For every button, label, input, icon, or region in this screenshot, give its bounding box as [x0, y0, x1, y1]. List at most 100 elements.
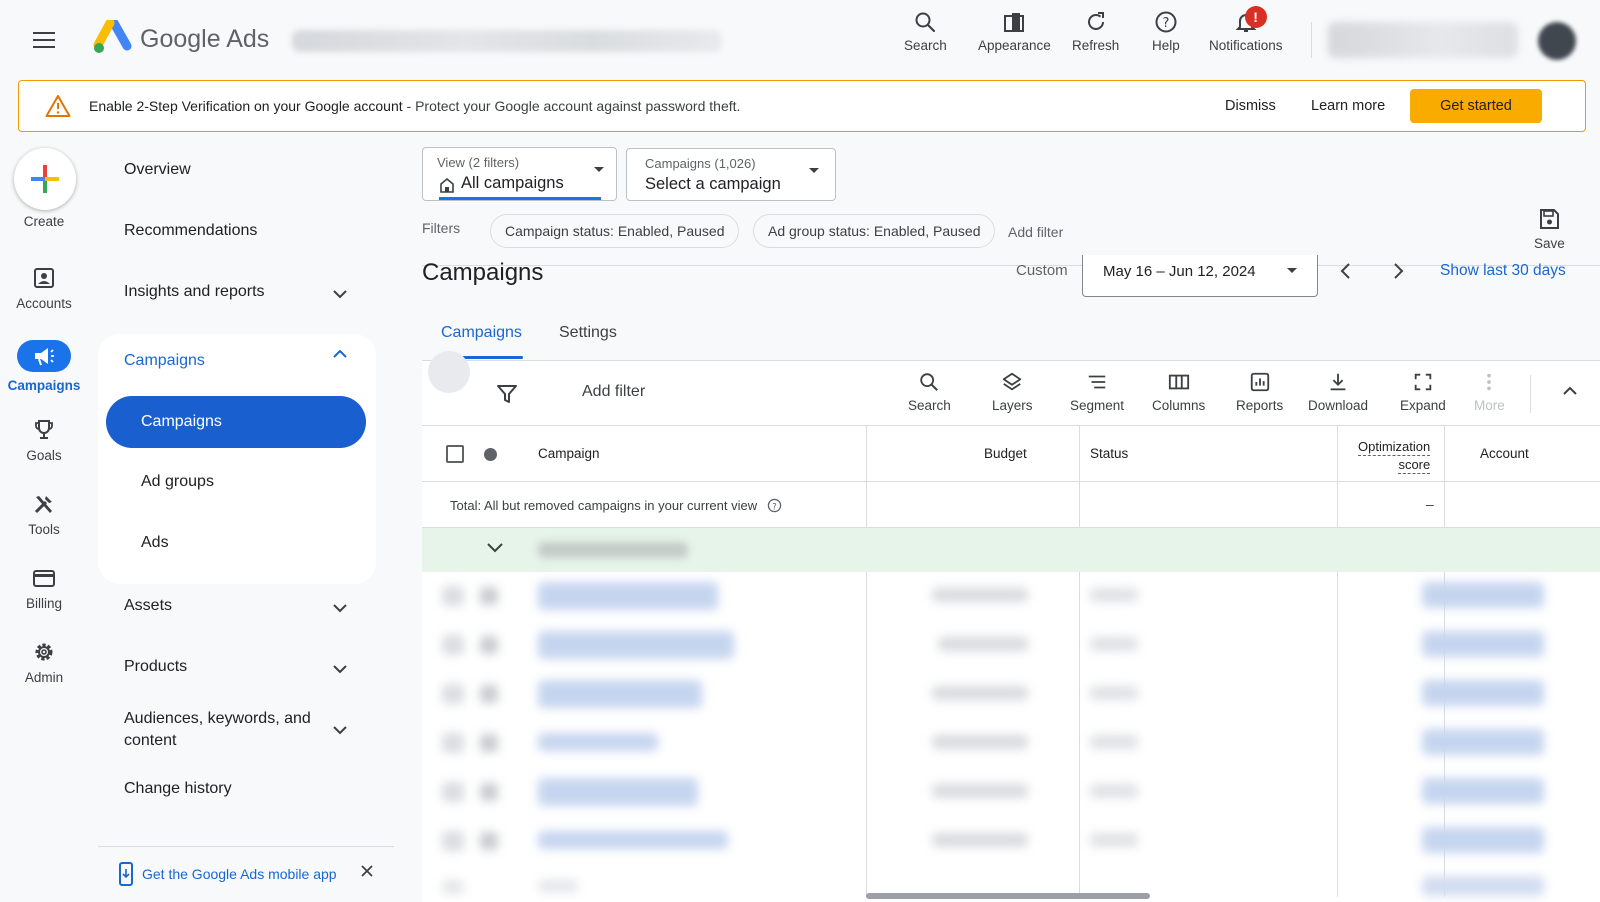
close-icon[interactable] — [360, 864, 374, 878]
filter-chip-ad-group-status[interactable]: Ad group status: Enabled, Paused — [753, 214, 996, 248]
select-all-checkbox[interactable] — [446, 445, 464, 463]
chevron-down-icon[interactable] — [486, 542, 504, 554]
menu-icon[interactable] — [28, 26, 60, 54]
filter-chip-campaign-status[interactable]: Campaign status: Enabled, Paused — [490, 214, 740, 248]
help-icon[interactable]: ? — [767, 498, 782, 513]
get-started-button[interactable]: Get started — [1410, 89, 1542, 123]
toolbar-avatar-circle — [428, 351, 470, 393]
chevron-up-icon[interactable] — [1562, 385, 1578, 397]
chevron-right-icon[interactable] — [1392, 262, 1406, 280]
table-row[interactable] — [422, 621, 1600, 670]
home-icon — [440, 177, 454, 193]
rail-accounts[interactable]: Accounts — [0, 266, 88, 311]
more-button: More — [1474, 371, 1505, 413]
total-optimization-score: – — [1426, 496, 1434, 512]
page-title: Campaigns — [422, 259, 544, 286]
banner-title: Enable 2-Step Verification on your Googl… — [89, 98, 403, 114]
campaign-selector-dropdown[interactable]: Campaigns (1,026) Select a campaign — [626, 148, 836, 201]
rail-campaigns[interactable]: Campaigns — [0, 340, 88, 393]
learn-more-button[interactable]: Learn more — [1311, 98, 1385, 114]
table-header: Campaign Budget Status Optimization scor… — [422, 425, 1600, 482]
col-budget[interactable]: Budget — [984, 446, 1027, 461]
megaphone-icon — [35, 348, 54, 366]
save-label: Save — [1534, 236, 1565, 251]
show-last-30-days-link[interactable]: Show last 30 days — [1440, 262, 1566, 280]
tab-campaigns[interactable]: Campaigns — [441, 324, 522, 342]
table-add-filter[interactable]: Add filter — [582, 383, 645, 401]
chevron-down-icon[interactable] — [332, 663, 348, 675]
table-row[interactable] — [422, 768, 1600, 817]
layers-button[interactable]: Layers — [992, 371, 1033, 413]
rail-admin[interactable]: Admin — [0, 640, 88, 685]
group-name-redacted — [538, 542, 688, 558]
filter-funnel-icon[interactable] — [496, 383, 518, 405]
profile-info-redacted[interactable] — [1328, 22, 1518, 58]
view-dropdown[interactable]: View (2 filters) All campaigns — [422, 147, 617, 201]
search-icon — [915, 12, 936, 33]
chevron-down-icon[interactable] — [332, 288, 348, 300]
nav-overview[interactable]: Overview — [124, 161, 191, 179]
expand-button[interactable]: Expand — [1400, 371, 1446, 413]
help-button[interactable]: ? Help — [1152, 10, 1180, 53]
date-range-value: May 16 – Jun 12, 2024 — [1103, 263, 1256, 280]
accounts-icon — [34, 268, 54, 288]
google-ads-page: Google Ads Search Appearance Refresh ? H… — [0, 0, 1600, 902]
col-optimization-score[interactable]: Optimization score — [1358, 438, 1431, 474]
nav-campaigns-header[interactable]: Campaigns — [124, 352, 205, 370]
nav-assets[interactable]: Assets — [124, 597, 172, 615]
tools-icon — [34, 496, 52, 514]
mobile-app-link[interactable]: Get the Google Ads mobile app — [118, 862, 337, 886]
dismiss-button[interactable]: Dismiss — [1225, 98, 1276, 114]
phone-icon — [119, 862, 133, 886]
top-search-button[interactable]: Search — [904, 10, 947, 53]
filter-divider — [422, 265, 1600, 266]
rail-tools[interactable]: Tools — [0, 492, 88, 537]
col-campaign[interactable]: Campaign — [538, 446, 600, 461]
col-status[interactable]: Status — [1090, 446, 1128, 461]
chevron-left-icon[interactable] — [1338, 262, 1352, 280]
nav-sub-ad-groups[interactable]: Ad groups — [141, 473, 214, 491]
chevron-down-icon[interactable] — [332, 724, 348, 736]
svg-text:?: ? — [772, 501, 776, 511]
table-row[interactable] — [422, 572, 1600, 621]
campaign-selector-label: Campaigns (1,026) — [645, 156, 756, 171]
nav-sub-campaigns[interactable]: Campaigns — [106, 396, 366, 448]
download-button[interactable]: Download — [1308, 371, 1368, 413]
nav-audiences-line2: content — [124, 732, 177, 749]
table-row[interactable] — [422, 817, 1600, 866]
total-row: Total: All but removed campaigns in your… — [422, 482, 1600, 528]
notifications-button[interactable]: Notifications ! — [1209, 6, 1283, 53]
account-name-redacted — [292, 30, 722, 52]
refresh-label: Refresh — [1072, 38, 1120, 53]
nav-products[interactable]: Products — [124, 658, 187, 676]
chevron-up-icon[interactable] — [332, 348, 348, 360]
rail-admin-label: Admin — [24, 670, 64, 685]
avatar[interactable] — [1538, 22, 1576, 60]
refresh-button[interactable]: Refresh — [1072, 10, 1119, 53]
nav-insights[interactable]: Insights and reports — [124, 283, 265, 301]
notifications-label: Notifications — [1209, 38, 1283, 53]
create-button[interactable] — [14, 148, 76, 210]
date-range-dropdown[interactable]: May 16 – Jun 12, 2024 — [1082, 255, 1318, 297]
table-row[interactable] — [422, 719, 1600, 768]
table-search-button[interactable]: Search — [908, 371, 951, 413]
columns-button[interactable]: Columns — [1152, 371, 1205, 413]
add-filter-link[interactable]: Add filter — [1008, 224, 1063, 240]
reports-button[interactable]: Reports — [1236, 371, 1283, 413]
rail-billing[interactable]: Billing — [0, 566, 88, 611]
nav-audiences[interactable]: Audiences, keywords, and content — [124, 708, 311, 752]
nav-recommendations[interactable]: Recommendations — [124, 222, 257, 240]
segment-button[interactable]: Segment — [1070, 371, 1124, 413]
nav-change-history[interactable]: Change history — [124, 780, 232, 798]
chevron-down-icon[interactable] — [332, 602, 348, 614]
col-account[interactable]: Account — [1480, 446, 1529, 461]
dropdown-arrow-icon — [594, 167, 604, 172]
appearance-button[interactable]: Appearance — [978, 10, 1051, 53]
tab-settings[interactable]: Settings — [559, 324, 617, 342]
table-row[interactable] — [422, 670, 1600, 719]
horizontal-scrollbar[interactable] — [866, 893, 1150, 899]
nav-audiences-line1: Audiences, keywords, and — [124, 710, 311, 727]
rail-goals[interactable]: Goals — [0, 418, 88, 463]
nav-sub-ads[interactable]: Ads — [141, 534, 169, 552]
save-button[interactable]: Save — [1534, 208, 1565, 251]
